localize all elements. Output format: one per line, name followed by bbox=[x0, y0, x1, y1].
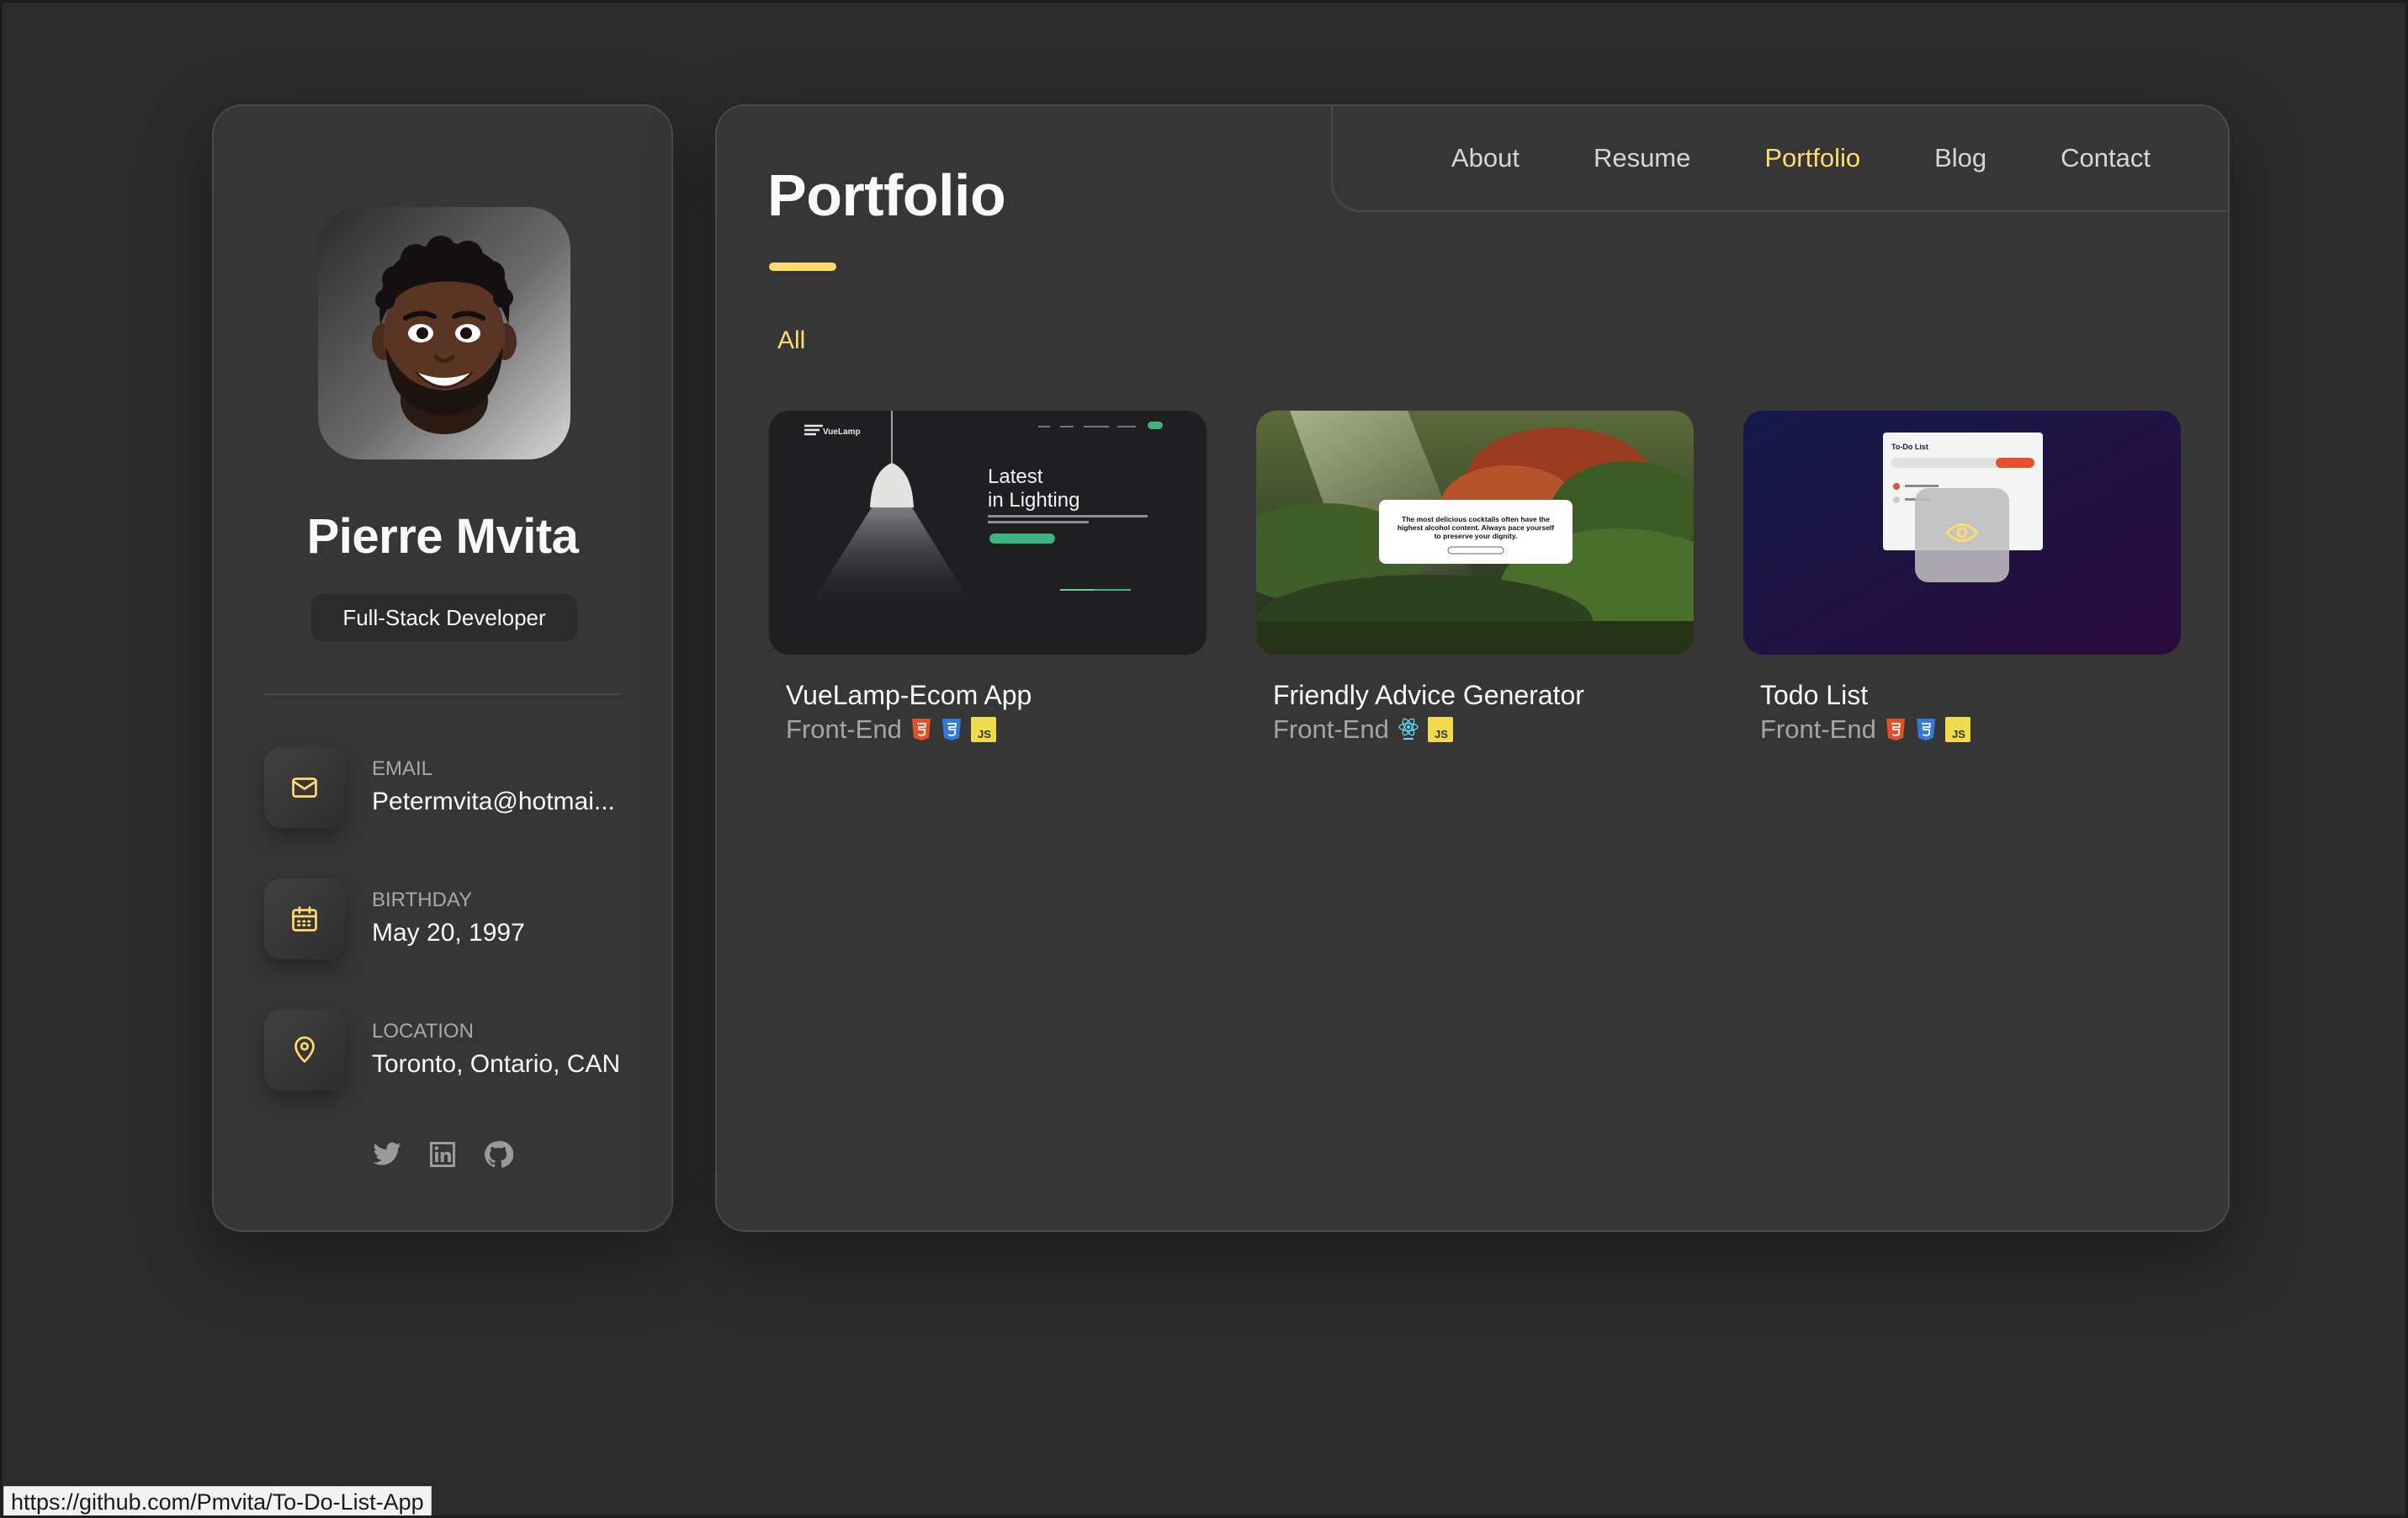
contact-email: EMAIL Petermvita@hotmai... bbox=[264, 747, 634, 831]
css3-icon bbox=[1915, 717, 1937, 742]
thumb-headline-2: in Lighting bbox=[988, 489, 1079, 512]
social-links bbox=[214, 1139, 671, 1170]
location-label: LOCATION bbox=[372, 1020, 474, 1043]
birthday-label: BIRTHDAY bbox=[372, 889, 473, 911]
twitter-icon[interactable] bbox=[372, 1139, 402, 1170]
project-card[interactable]: The most delicious cocktails often have … bbox=[1256, 411, 1694, 745]
location-value: Toronto, Ontario, CAN bbox=[372, 1050, 621, 1078]
page-title: Portfolio bbox=[767, 162, 1006, 228]
link-status-bar: https://github.com/Pmvita/To-Do-List-App bbox=[3, 1486, 432, 1518]
linkedin-icon[interactable] bbox=[427, 1139, 458, 1170]
github-icon[interactable] bbox=[483, 1139, 514, 1170]
project-category: Front-End bbox=[786, 714, 902, 744]
css3-icon bbox=[941, 717, 963, 742]
project-category-row: Front-End JS bbox=[1273, 714, 1694, 745]
project-card[interactable]: To-Do List Todo List Front-End JS bbox=[1743, 411, 2181, 745]
filter-all[interactable]: All bbox=[777, 326, 805, 355]
project-category-row: Front-End JS bbox=[786, 714, 1207, 745]
js-icon: JS bbox=[1944, 717, 1970, 742]
react-icon bbox=[1398, 717, 1419, 742]
job-title-badge: Full-Stack Developer bbox=[311, 594, 577, 641]
top-navbar: About Resume Portfolio Blog Contact bbox=[1331, 104, 2230, 212]
js-icon: JS bbox=[970, 717, 996, 742]
svg-text:to preserve your dignity.: to preserve your dignity. bbox=[1435, 532, 1518, 540]
nav-resume[interactable]: Resume bbox=[1594, 143, 1690, 173]
email-link[interactable]: Petermvita@hotmai... bbox=[372, 788, 615, 816]
project-title[interactable]: Todo List bbox=[1760, 680, 2181, 711]
html5-icon bbox=[1885, 717, 1907, 742]
project-category: Front-End bbox=[1273, 714, 1389, 744]
nav-blog[interactable]: Blog bbox=[1934, 143, 1986, 173]
mail-icon bbox=[264, 747, 345, 828]
sidebar-divider bbox=[264, 693, 621, 695]
thumb-headline-1: Latest bbox=[988, 465, 1043, 488]
project-title[interactable]: VueLamp-Ecom App bbox=[786, 680, 1207, 711]
todo-app-title: To-Do List bbox=[1891, 443, 1928, 451]
contact-location: LOCATION Toronto, Ontario, CAN bbox=[264, 1010, 634, 1094]
avatar bbox=[318, 207, 570, 459]
avatar-image bbox=[372, 236, 517, 434]
project-thumbnail[interactable]: VueLamp Latest in Lighting bbox=[769, 411, 1207, 655]
svg-text:JS: JS bbox=[1952, 728, 1965, 740]
nav-portfolio[interactable]: Portfolio bbox=[1764, 143, 1860, 173]
svg-text:JS: JS bbox=[1435, 728, 1448, 740]
svg-text:The most delicious cocktails o: The most delicious cocktails often have … bbox=[1402, 515, 1550, 523]
project-category: Front-End bbox=[1760, 714, 1876, 744]
js-icon: JS bbox=[1427, 717, 1453, 742]
title-underline bbox=[769, 263, 836, 271]
profile-sidebar: Pierre Mvita Full-Stack Developer EMAIL … bbox=[212, 104, 673, 1232]
project-title[interactable]: Friendly Advice Generator bbox=[1273, 680, 1694, 711]
html5-icon bbox=[910, 717, 932, 742]
project-thumbnail[interactable]: To-Do List bbox=[1743, 411, 2181, 655]
thumb-brand: VueLamp bbox=[823, 427, 861, 437]
project-card[interactable]: VueLamp Latest in Lighting VueLamp-Ecom … bbox=[769, 411, 1207, 745]
project-thumbnail[interactable]: The most delicious cocktails often have … bbox=[1256, 411, 1694, 655]
profile-name: Pierre Mvita bbox=[306, 509, 579, 564]
contact-birthday: BIRTHDAY May 20, 1997 bbox=[264, 878, 634, 963]
portfolio-panel: About Resume Portfolio Blog Contact Port… bbox=[715, 104, 2230, 1232]
nav-contact[interactable]: Contact bbox=[2061, 143, 2151, 173]
project-category-row: Front-End JS bbox=[1760, 714, 2181, 745]
location-pin-icon bbox=[264, 1010, 345, 1091]
svg-text:JS: JS bbox=[978, 728, 991, 740]
svg-text:highest alcohol content. Alway: highest alcohol content. Always pace you… bbox=[1398, 523, 1554, 532]
nav-about[interactable]: About bbox=[1451, 143, 1520, 173]
calendar-icon bbox=[264, 878, 345, 959]
email-label: EMAIL bbox=[372, 757, 433, 780]
birthday-value: May 20, 1997 bbox=[372, 919, 525, 947]
